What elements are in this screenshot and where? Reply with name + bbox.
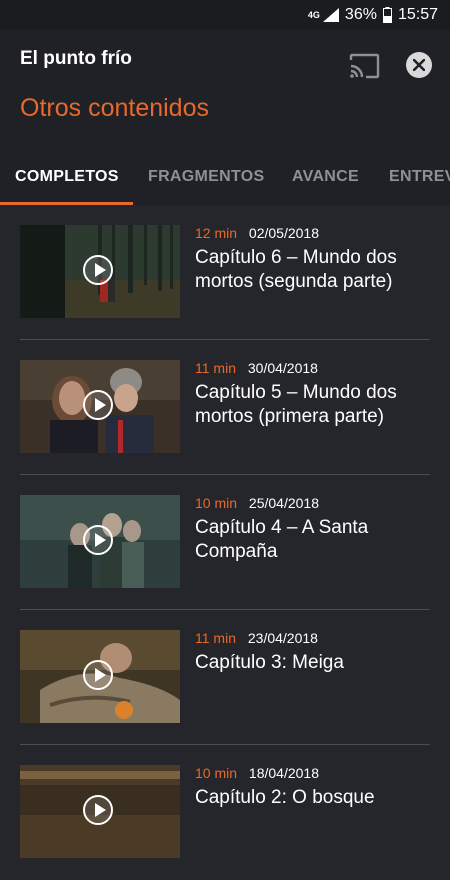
episode-title: Capítulo 3: Meiga [195,652,344,673]
status-bar: 4G 36% 15:57 [0,0,450,30]
close-icon [413,59,425,71]
episode-list: 12 min 02/05/2018 Capítulo 6 – Mundo dos… [0,205,450,880]
episode-title: Capítulo 4 – A Santa Compaña [195,517,369,562]
tab-fragmentos[interactable]: FRAGMENTOS [148,160,264,205]
episode-item[interactable]: 10 min 25/04/2018 Capítulo 4 – A Santa C… [0,475,450,610]
episode-title: Capítulo 2: O bosque [195,787,375,808]
episode-duration: 11 min [195,360,236,376]
tab-completos[interactable]: COMPLETOS [0,160,133,205]
header: El punto frío Otros contenidos COMPLETOS… [0,30,450,205]
episode-meta: 11 min 30/04/2018 [195,360,318,376]
play-icon [83,525,113,555]
cast-button[interactable] [348,52,382,80]
episode-duration: 10 min [195,495,238,511]
network-type: 4G [307,10,320,20]
play-icon [83,390,113,420]
episode-duration: 11 min [195,630,236,646]
episode-duration: 10 min [195,765,238,781]
episode-title: Capítulo 5 – Mundo dos mortos (primera p… [195,382,397,427]
signal-icon [322,8,339,22]
section-title: Otros contenidos [20,94,209,122]
episode-thumbnail[interactable] [20,495,180,588]
battery-icon [382,7,392,23]
episode-item[interactable]: 10 min 18/04/2018 Capítulo 2: O bosque [0,745,450,880]
episode-meta: 12 min 02/05/2018 [195,225,319,241]
episode-thumbnail[interactable] [20,225,180,318]
tab-bar: COMPLETOS FRAGMENTOS AVANCE ENTREV [0,160,450,205]
tab-entrevistas[interactable]: ENTREV [389,160,450,205]
episode-date: 23/04/2018 [247,630,318,646]
play-icon [83,660,113,690]
episode-thumbnail[interactable] [20,765,180,858]
cast-icon [349,53,380,79]
episode-item[interactable]: 11 min 30/04/2018 Capítulo 5 – Mundo dos… [0,340,450,475]
app-title: El punto frío [20,48,132,69]
episode-meta: 10 min 25/04/2018 [195,495,319,511]
episode-duration: 12 min [195,225,238,241]
clock: 15:57 [397,6,438,23]
episode-meta: 11 min 23/04/2018 [195,630,318,646]
episode-date: 25/04/2018 [248,495,319,511]
episode-title: Capítulo 6 – Mundo dos mortos (segunda p… [195,247,397,292]
episode-date: 30/04/2018 [247,360,318,376]
tab-avance[interactable]: AVANCE [292,160,359,205]
episode-date: 02/05/2018 [248,225,319,241]
battery-percent: 36% [344,6,377,23]
close-button[interactable] [406,52,432,78]
episode-item[interactable]: 12 min 02/05/2018 Capítulo 6 – Mundo dos… [0,205,450,340]
episode-date: 18/04/2018 [248,765,319,781]
play-icon [83,255,113,285]
episode-item[interactable]: 11 min 23/04/2018 Capítulo 3: Meiga [0,610,450,745]
episode-thumbnail[interactable] [20,630,180,723]
episode-thumbnail[interactable] [20,360,180,453]
episode-meta: 10 min 18/04/2018 [195,765,319,781]
